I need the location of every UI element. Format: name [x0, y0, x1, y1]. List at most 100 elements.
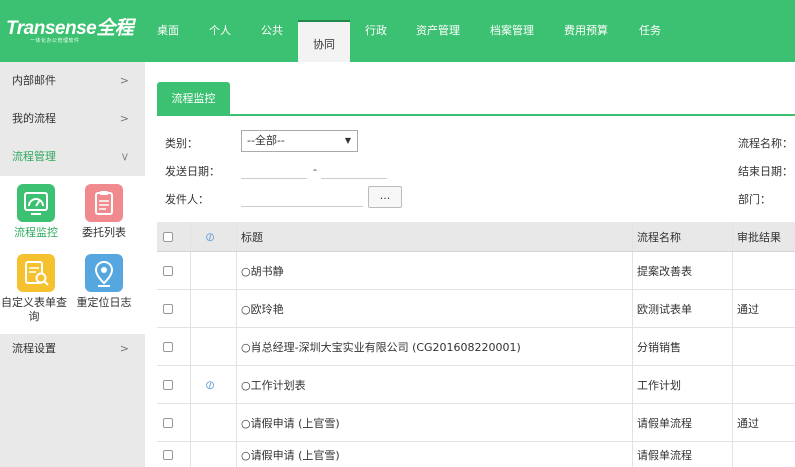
browse-sender-button[interactable]: ...	[368, 186, 402, 208]
row-title[interactable]: ○请假申请 (上官雪)	[237, 442, 633, 467]
row-title[interactable]: ○欧玲艳	[237, 290, 633, 327]
row-flow-name: 分销销售	[633, 328, 733, 365]
row-checkbox[interactable]	[163, 303, 173, 314]
table-row[interactable]: ⊘ ○工作计划表 工作计划	[157, 366, 795, 404]
category-label: 类别：	[165, 137, 198, 150]
logo-tagline: 一体化办公管理软件	[30, 38, 80, 44]
logo-text: Transense全程	[6, 18, 134, 39]
flow-management-submenu: 流程监控 委托列表 自定义表单查询 重定位日志	[0, 176, 145, 334]
row-title[interactable]: ○请假申请 (上官雪)	[237, 404, 633, 441]
sender-input[interactable]	[241, 189, 363, 207]
monitor-icon	[17, 184, 55, 222]
sidebar-item-label: 内部邮件	[12, 74, 56, 87]
sidebar-item-internal-mail[interactable]: 内部邮件 >	[0, 62, 145, 100]
caret-down-icon: ▼	[344, 136, 351, 145]
row-result: 通过	[737, 302, 759, 316]
location-pin-icon	[85, 254, 123, 292]
send-date-start-input[interactable]	[241, 161, 307, 179]
row-checkbox[interactable]	[163, 379, 173, 390]
row-checkbox[interactable]	[163, 341, 173, 352]
row-title[interactable]: ○胡书静	[237, 252, 633, 289]
top-bar: Transense全程 一体化办公管理软件 桌面 个人 公共 协同 行政 资产管…	[0, 0, 795, 62]
chevron-right-icon: >	[119, 342, 129, 355]
header-title[interactable]: 标题	[237, 222, 633, 251]
table-row[interactable]: ○胡书静 提案改善表	[157, 252, 795, 290]
sidebar-item-label: 流程管理	[12, 150, 56, 163]
flow-name-label: 流程名称：	[738, 137, 793, 150]
paperclip-icon: ⊘	[202, 227, 218, 246]
table-row[interactable]: ○肖总经理-深圳大宝实业有限公司 (CG201608220001) 分销销售	[157, 328, 795, 366]
table-row[interactable]: ○请假申请 (上官雪) 请假单流程	[157, 442, 795, 467]
row-attach-cell	[191, 290, 237, 327]
row-checkbox-cell	[157, 290, 191, 327]
row-attach-cell	[191, 328, 237, 365]
row-title[interactable]: ○肖总经理-深圳大宝实业有限公司 (CG201608220001)	[237, 328, 633, 365]
header-flow-name[interactable]: 流程名称	[633, 222, 733, 251]
header-checkbox-cell	[157, 222, 191, 251]
logo: Transense全程 一体化办公管理软件	[6, 13, 138, 49]
tab-flow-monitor[interactable]: 流程监控	[157, 82, 230, 116]
nav-admin[interactable]: 行政	[353, 0, 399, 62]
row-checkbox-cell	[157, 404, 191, 441]
row-attach-cell	[191, 404, 237, 441]
sidebar: 内部邮件 > 我的流程 > 流程管理 > 流程监控 委托列表 自定义表单查询 重…	[0, 62, 145, 467]
row-checkbox[interactable]	[163, 417, 173, 428]
table-row[interactable]: ○请假申请 (上官雪) 请假单流程 通过	[157, 404, 795, 442]
nav-assets[interactable]: 资产管理	[407, 0, 469, 62]
sidebar-item-flow-settings[interactable]: 流程设置 >	[0, 330, 145, 368]
select-all-checkbox[interactable]	[163, 231, 173, 242]
row-checkbox[interactable]	[163, 449, 173, 460]
row-title[interactable]: ○工作计划表	[237, 366, 633, 403]
nav-desktop[interactable]: 桌面	[145, 0, 191, 62]
nav-collaboration[interactable]: 协同	[298, 20, 350, 62]
row-attach-cell: ⊘	[191, 366, 237, 403]
sidebar-item-my-flows[interactable]: 我的流程 >	[0, 100, 145, 138]
sidebar-item-label: 流程设置	[12, 342, 56, 355]
form-search-icon	[17, 254, 55, 292]
chevron-right-icon: >	[119, 112, 129, 125]
paperclip-icon[interactable]: ⊘	[202, 376, 218, 393]
row-checkbox-cell	[157, 328, 191, 365]
nav-public[interactable]: 公共	[249, 0, 295, 62]
header-attach-cell: ⊘	[191, 222, 237, 251]
tile-label: 自定义表单查询	[1, 296, 67, 323]
tile-delegation-list[interactable]: 委托列表	[68, 184, 140, 240]
tile-custom-form-query[interactable]: 自定义表单查询	[0, 254, 72, 324]
row-result	[733, 328, 795, 365]
row-result	[733, 252, 795, 289]
row-result	[733, 442, 795, 467]
sidebar-item-flow-management[interactable]: 流程管理 >	[0, 138, 145, 176]
nav-archives[interactable]: 档案管理	[481, 0, 543, 62]
date-separator: -	[313, 163, 317, 176]
content-tab-bar: 流程监控	[157, 82, 795, 116]
send-date-end-input[interactable]	[321, 161, 387, 179]
header-result[interactable]: 审批结果	[733, 222, 795, 251]
tile-relocation-log[interactable]: 重定位日志	[68, 254, 140, 310]
tile-flow-monitor[interactable]: 流程监控	[0, 184, 72, 240]
row-checkbox-cell	[157, 442, 191, 467]
row-flow-name: 请假单流程	[633, 442, 733, 467]
nav-tasks[interactable]: 任务	[627, 0, 673, 62]
row-flow-name: 欧测试表单	[633, 290, 733, 327]
row-result	[733, 366, 795, 403]
row-attach-cell	[191, 252, 237, 289]
row-checkbox[interactable]	[163, 265, 173, 276]
nav-budget[interactable]: 费用预算	[555, 0, 617, 62]
row-attach-cell	[191, 442, 237, 467]
tile-label: 委托列表	[82, 226, 126, 239]
row-checkbox-cell	[157, 366, 191, 403]
clipboard-icon	[85, 184, 123, 222]
nav-personal[interactable]: 个人	[197, 0, 243, 62]
chevron-down-icon: >	[118, 152, 132, 162]
tile-label: 重定位日志	[76, 296, 132, 309]
category-select[interactable]: --全部-- ▼	[241, 130, 358, 152]
end-date-label: 结束日期：	[738, 165, 793, 178]
row-flow-name: 工作计划	[633, 366, 733, 403]
department-label: 部门：	[738, 193, 771, 206]
send-date-label: 发送日期：	[165, 165, 220, 178]
tile-label: 流程监控	[14, 226, 58, 239]
category-select-value: --全部--	[247, 134, 285, 147]
row-checkbox-cell	[157, 252, 191, 289]
table-row[interactable]: ○欧玲艳 欧测试表单 通过	[157, 290, 795, 328]
main-content: 流程监控 类别： --全部-- ▼ 发送日期： - 发件人： ... 流程名称：…	[145, 62, 795, 467]
